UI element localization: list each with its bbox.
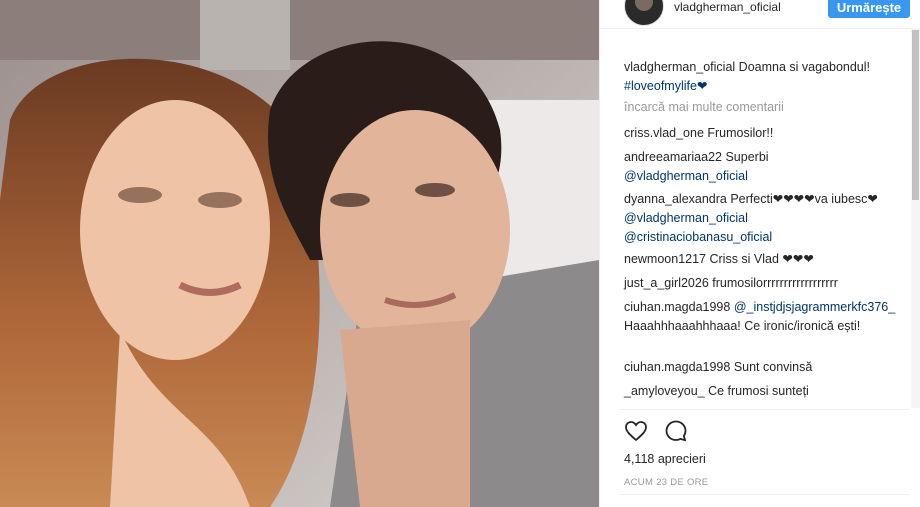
comment-bubble-icon[interactable]	[664, 419, 688, 448]
post-caption: vladgherman_oficial Doamna si vagabondul…	[624, 58, 902, 96]
load-more-comments-link[interactable]: încarcă mai multe comentarii	[624, 100, 784, 114]
comments-list[interactable]: vladgherman_oficial Doamna si vagabondul…	[600, 28, 912, 408]
post-timestamp[interactable]: ACUM 23 DE ORE	[624, 477, 708, 488]
avatar[interactable]	[624, 0, 664, 26]
comment-item: _amyloveyou_ Ce frumosi sunteți	[624, 382, 902, 401]
comments-scrollbar[interactable]	[911, 28, 920, 408]
actions-divider	[620, 409, 910, 410]
comment-text: Frumosilor!!	[703, 126, 774, 140]
comment-username[interactable]: just_a_girl2026	[624, 276, 709, 290]
comment-username[interactable]: _amyloveyou_	[624, 384, 705, 398]
post-side-panel: vladgherman_oficial Urmărește vladgherma…	[599, 0, 920, 507]
comment-text: Ce frumosi sunteți	[704, 384, 809, 398]
post-photo[interactable]	[0, 0, 599, 507]
comment-username[interactable]: ciuhan.magda1998	[624, 300, 730, 314]
comment-text: Perfecti❤❤❤❤va iubesc❤	[726, 192, 878, 206]
caption-username[interactable]: vladgherman_oficial	[624, 60, 735, 74]
caption-hashtag[interactable]: #loveofmylife	[624, 79, 697, 93]
comment-item: andreeamariaa22 Superbi @vladgherman_ofi…	[624, 148, 902, 186]
comment-item: newmoon1217 Criss si Vlad ❤❤❤	[624, 250, 902, 269]
couple-selfie-image	[0, 0, 599, 507]
comment-text: frumosilorrrrrrrrrrrrrrrrrr	[708, 276, 838, 290]
comment-username[interactable]: dyanna_alexandra	[624, 192, 727, 206]
heart-emoji: ❤	[696, 79, 708, 93]
like-heart-icon[interactable]	[624, 419, 648, 448]
scrollbar-thumb[interactable]	[912, 30, 919, 200]
comment-username[interactable]: newmoon1217	[624, 252, 706, 266]
comment-username[interactable]: andreeamariaa22	[624, 150, 722, 164]
comment-item: ciuhan.magda1998 Sunt convinsă	[624, 358, 902, 377]
comment-username[interactable]: ciuhan.magda1998	[624, 360, 730, 374]
header-username[interactable]: vladgherman_oficial	[674, 0, 781, 14]
follow-button[interactable]: Urmărește	[828, 0, 910, 18]
post-header: vladgherman_oficial Urmărește	[600, 0, 920, 29]
comment-mention[interactable]: @_instjdjsjagrammerkfc376_	[734, 300, 895, 314]
comment-text: Sunt convinsă	[730, 360, 813, 374]
caption-text: Doamna si vagabondul!	[738, 60, 871, 74]
comment-text: Criss si Vlad ❤❤❤	[706, 252, 814, 266]
comment-item: criss.vlad_one Frumosilor!!	[624, 124, 902, 143]
comment-mention[interactable]: @vladgherman_oficial	[624, 211, 748, 225]
comment-mention[interactable]: @cristinaciobanasu_oficial	[624, 230, 772, 244]
likes-count[interactable]: 4,118 aprecieri	[624, 452, 706, 466]
comment-mention[interactable]: @vladgherman_oficial	[624, 169, 748, 183]
comment-item: dyanna_alexandra Perfecti❤❤❤❤va iubesc❤ …	[624, 190, 902, 247]
bottom-divider	[620, 494, 910, 495]
comment-text: Haaahhhaaahhhaaa! Ce ironic/ironică ești…	[624, 319, 861, 333]
comment-item: ciuhan.magda1998 @_instjdjsjagrammerkfc3…	[624, 298, 902, 336]
comment-item: just_a_girl2026 frumosilorrrrrrrrrrrrrrr…	[624, 274, 902, 293]
comment-text: Superbi	[722, 150, 769, 164]
comment-username[interactable]: criss.vlad_one	[624, 126, 704, 140]
